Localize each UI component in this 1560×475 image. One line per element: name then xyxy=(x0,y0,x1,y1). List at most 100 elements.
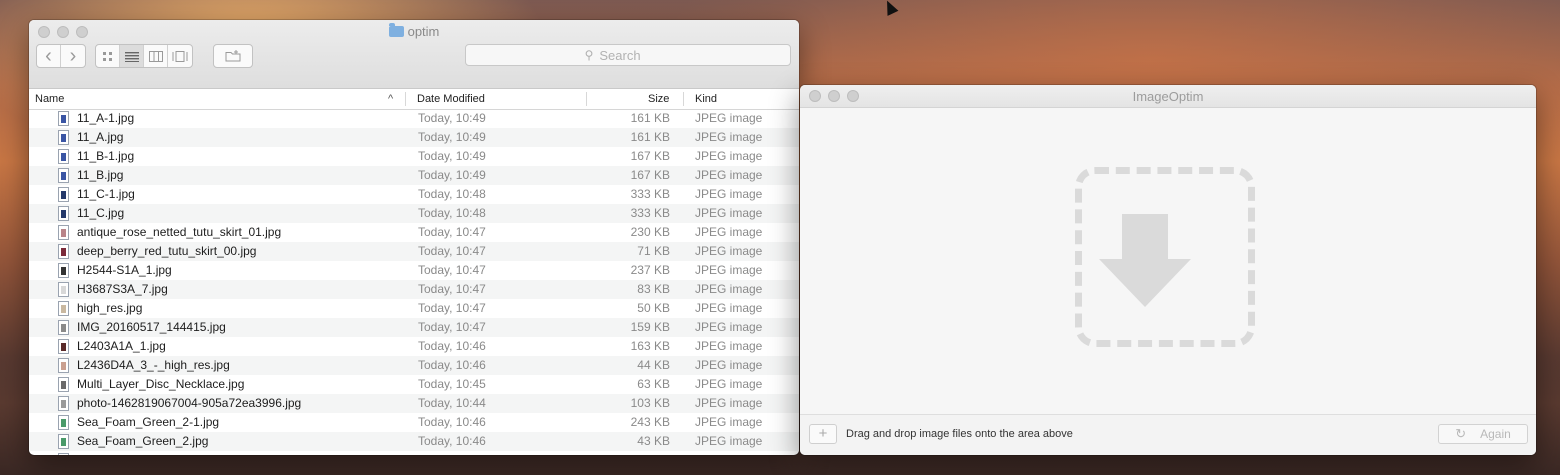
file-thumbnail-icon xyxy=(58,434,69,449)
file-name: Sea_Foam_Green_2-1.jpg xyxy=(77,415,220,429)
column-header: Name ^ Date Modified Size Kind xyxy=(29,89,799,110)
file-thumbnail-icon xyxy=(58,225,69,240)
file-kind: JPEG image xyxy=(695,149,763,163)
file-kind: JPEG image xyxy=(695,225,763,239)
file-row[interactable]: 11_C-1.jpg Today, 10:48 333 KB JPEG image xyxy=(29,185,799,204)
file-kind: JPEG image xyxy=(695,434,763,448)
file-row[interactable]: deep_berry_red_tutu_skirt_00.jpg Today, 1… xyxy=(29,242,799,261)
file-kind: JPEG image xyxy=(695,301,763,315)
search-field[interactable]: ⚲ xyxy=(465,44,791,66)
file-kind: JPEG image xyxy=(695,339,763,353)
window-title-text: optim xyxy=(407,24,440,39)
file-row[interactable]: H2544-S1A_1.jpg Today, 10:47 237 KB JPEG im… xyxy=(29,261,799,280)
coverflow-icon xyxy=(172,50,188,62)
file-row[interactable]: IMG_20160517_144415.jpg Today, 10:47 159 K… xyxy=(29,318,799,337)
file-kind: JPEG image xyxy=(695,396,763,410)
file-row[interactable]: SS15TEAyellowfloral_2.jpg Today, 10:45 39 … xyxy=(29,451,799,455)
file-kind: JPEG image xyxy=(695,187,763,201)
file-thumbnail-icon xyxy=(58,320,69,335)
file-row[interactable]: 11_B-1.jpg Today, 10:49 167 KB JPEG image xyxy=(29,147,799,166)
file-date-modified: Today, 10:47 xyxy=(418,301,486,315)
file-size: 230 KB xyxy=(630,225,670,239)
file-kind: JPEG image xyxy=(695,244,763,258)
forward-button[interactable]: › xyxy=(61,45,85,67)
file-thumbnail-icon xyxy=(58,358,69,373)
file-row[interactable]: Sea_Foam_Green_2-1.jpg Today, 10:46 243 KB… xyxy=(29,413,799,432)
file-size: 333 KB xyxy=(630,187,670,201)
file-row[interactable]: 11_B.jpg Today, 10:49 167 KB JPEG image xyxy=(29,166,799,185)
download-arrow-icon xyxy=(1122,214,1168,259)
file-date-modified: Today, 10:46 xyxy=(418,358,486,372)
file-date-modified: Today, 10:48 xyxy=(418,206,486,220)
icon-view-button[interactable] xyxy=(96,45,120,67)
grid-icon xyxy=(103,51,112,61)
file-thumbnail-icon xyxy=(58,149,69,164)
file-row[interactable]: high_res.jpg Today, 10:47 50 KB JPEG image xyxy=(29,299,799,318)
file-date-modified: Today, 10:49 xyxy=(418,130,486,144)
file-kind: JPEG image xyxy=(695,206,763,220)
file-kind: JPEG image xyxy=(695,282,763,296)
coverflow-view-button[interactable] xyxy=(168,45,192,67)
file-row[interactable]: 11_A.jpg Today, 10:49 161 KB JPEG image xyxy=(29,128,799,147)
file-thumbnail-icon xyxy=(58,453,69,455)
file-size: 161 KB xyxy=(630,111,670,125)
nav-buttons: ‹ › xyxy=(36,44,86,68)
column-header-name[interactable]: Name xyxy=(35,93,64,105)
file-row[interactable]: L2436D4A_3_-_high_res.jpg Today, 10:46 44 … xyxy=(29,356,799,375)
window-title: optim xyxy=(29,23,799,39)
folder-icon xyxy=(388,23,404,37)
file-date-modified: Today, 10:45 xyxy=(418,377,486,391)
file-date-modified: Today, 10:47 xyxy=(418,225,486,239)
file-date-modified: Today, 10:49 xyxy=(418,149,486,163)
chevron-right-icon: › xyxy=(69,45,77,67)
file-name: 11_C-1.jpg xyxy=(77,187,135,201)
file-date-modified: Today, 10:47 xyxy=(418,244,486,258)
file-date-modified: Today, 10:46 xyxy=(418,415,486,429)
file-date-modified: Today, 10:45 xyxy=(418,453,486,455)
file-row[interactable]: 11_A-1.jpg Today, 10:49 161 KB JPEG image xyxy=(29,109,799,128)
window-title: ImageOptim xyxy=(1132,89,1204,104)
file-date-modified: Today, 10:46 xyxy=(418,434,486,448)
finder-window: optim ‹ › ⚲ Search Name ^ Date Modified … xyxy=(29,20,799,455)
file-name: IMG_20160517_144415.jpg xyxy=(77,320,226,334)
file-size: 63 KB xyxy=(637,377,670,391)
file-thumbnail-icon xyxy=(58,339,69,354)
view-mode-buttons xyxy=(95,44,193,68)
file-row[interactable]: L2403A1A_1.jpg Today, 10:46 163 KB JPEG ima… xyxy=(29,337,799,356)
file-name: antique_rose_netted_tutu_skirt_01.jpg xyxy=(77,225,282,239)
file-name: H3687S3A_7.jpg xyxy=(77,282,168,296)
file-date-modified: Today, 10:47 xyxy=(418,282,486,296)
file-row[interactable]: photo-1462819067004-905a72ea3996.jpg Toda… xyxy=(29,394,799,413)
file-name: L2403A1A_1.jpg xyxy=(77,339,166,353)
column-header-date[interactable]: Date Modified xyxy=(417,93,485,105)
list-view-button[interactable] xyxy=(120,45,144,67)
file-thumbnail-icon xyxy=(58,206,69,221)
column-header-kind[interactable]: Kind xyxy=(695,93,717,105)
file-date-modified: Today, 10:48 xyxy=(418,187,486,201)
column-header-size[interactable]: Size xyxy=(648,93,669,105)
column-view-button[interactable] xyxy=(144,45,168,67)
file-kind: JPEG image xyxy=(695,358,763,372)
back-button[interactable]: ‹ xyxy=(37,45,61,67)
file-size: 167 KB xyxy=(630,149,670,163)
file-thumbnail-icon xyxy=(58,130,69,145)
file-thumbnail-icon xyxy=(58,396,69,411)
file-row[interactable]: Multi_Layer_Disc_Necklace.jpg Today, 10:4… xyxy=(29,375,799,394)
file-row[interactable]: 11_C.jpg Today, 10:48 333 KB JPEG image xyxy=(29,204,799,223)
file-row[interactable]: Sea_Foam_Green_2.jpg Today, 10:46 43 KB JPE… xyxy=(29,432,799,451)
file-row[interactable]: antique_rose_netted_tutu_skirt_01.jpg Tod… xyxy=(29,223,799,242)
file-date-modified: Today, 10:49 xyxy=(418,111,486,125)
file-size: 159 KB xyxy=(630,320,670,334)
file-size: 167 KB xyxy=(630,168,670,182)
file-kind: JPEG image xyxy=(695,453,762,455)
columns-icon xyxy=(148,50,163,62)
search-input[interactable] xyxy=(597,46,672,64)
again-button[interactable]: ↻ Again xyxy=(1438,424,1528,444)
finder-titlebar: optim ‹ › ⚲ xyxy=(29,20,799,89)
file-row[interactable]: H3687S3A_7.jpg Today, 10:47 83 KB JPEG imag… xyxy=(29,280,799,299)
new-folder-button[interactable] xyxy=(214,45,252,67)
add-files-button[interactable]: + xyxy=(809,424,837,444)
file-size: 103 KB xyxy=(630,396,670,410)
file-name: 11_B.jpg xyxy=(77,168,124,182)
file-date-modified: Today, 10:47 xyxy=(418,263,486,277)
